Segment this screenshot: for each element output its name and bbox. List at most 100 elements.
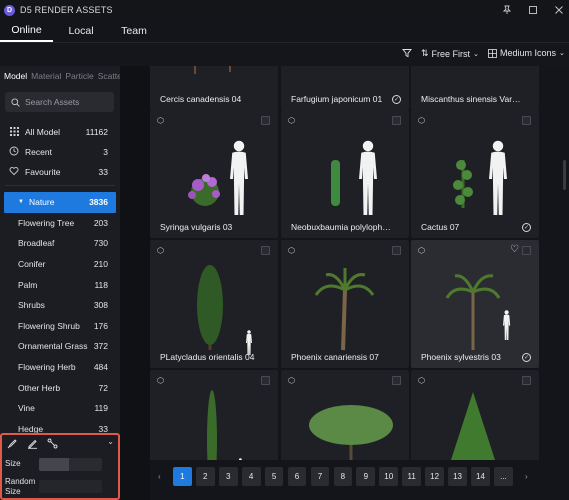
category-label: Vine xyxy=(18,403,35,414)
category-flowering-herb[interactable]: Flowering Herb 484 xyxy=(0,357,120,378)
page-button[interactable]: 2 xyxy=(195,466,215,486)
next-page-button[interactable]: › xyxy=(517,467,536,486)
asset-card[interactable]: ⬡ Syringa vulgaris 03 xyxy=(150,110,278,238)
page-button[interactable]: 13 xyxy=(448,466,467,486)
category-list: ▼ Nature 3836 Flowering Tree 203 Broadlea… xyxy=(0,192,120,439)
heart-icon[interactable]: ♡ xyxy=(510,244,519,255)
page-button[interactable]: 9 xyxy=(356,466,376,486)
category-label: Flowering Tree xyxy=(18,217,75,228)
chevron-down-icon: ⌄ xyxy=(473,50,479,58)
tab-local[interactable]: Local xyxy=(53,20,109,42)
category-count: 118 xyxy=(94,279,108,290)
category-label: Ornamental Grass xyxy=(18,341,88,352)
category-count: 730 xyxy=(93,238,108,249)
category-broadleaf[interactable]: Broadleaf 730 xyxy=(0,233,120,254)
page-button[interactable]: 5 xyxy=(264,466,284,486)
select-checkbox[interactable] xyxy=(392,246,401,255)
sidebar-item-favourite[interactable]: Favourite 33 xyxy=(0,162,120,182)
select-checkbox[interactable] xyxy=(522,116,531,125)
sidebar-item-recent[interactable]: Recent 3 xyxy=(0,142,120,162)
chevron-down-icon[interactable]: ⌄ xyxy=(107,437,114,446)
select-checkbox[interactable] xyxy=(261,246,270,255)
asset-thumbnail xyxy=(331,140,377,215)
filter-button[interactable] xyxy=(402,48,412,58)
size-slider-fill xyxy=(39,458,70,471)
category-conifer[interactable]: Conifer 210 xyxy=(0,254,120,275)
category-ornamental-grass[interactable]: Ornamental Grass 372 xyxy=(0,336,120,357)
toolbar: ⇅ Free First ⌄ Medium Icons ⌄ xyxy=(0,42,569,66)
cube-icon: ⬡ xyxy=(157,116,164,125)
category-label: Nature xyxy=(28,197,55,208)
sidebar-item-all-model[interactable]: All Model 11162 xyxy=(0,122,120,142)
asset-thumbnail xyxy=(451,392,495,460)
tab-scatter[interactable]: Scatter xyxy=(98,71,120,86)
asset-card[interactable]: ⬡ xyxy=(411,370,539,460)
asset-card[interactable]: ⬡ PLatycladus orientalis 04 xyxy=(150,240,278,368)
grid-scrollbar[interactable] xyxy=(563,160,566,190)
page-button[interactable]: 4 xyxy=(241,466,261,486)
select-checkbox[interactable] xyxy=(392,376,401,385)
asset-card[interactable]: ⬡ Phoenix canariensis 07 xyxy=(281,240,409,368)
sidebar-item-label: Favourite xyxy=(25,167,61,177)
category-count: 308 xyxy=(93,300,108,311)
page-button[interactable]: ... xyxy=(494,466,513,486)
select-checkbox[interactable] xyxy=(522,246,531,255)
category-other-herb[interactable]: Other Herb 72 xyxy=(0,377,120,398)
asset-card[interactable]: ⬡ Neobuxbaumia polylopha ... xyxy=(281,110,409,238)
page-button[interactable]: 14 xyxy=(471,466,490,486)
page-button[interactable]: 12 xyxy=(425,466,444,486)
page-button[interactable]: 1 xyxy=(172,466,192,486)
asset-card[interactable]: ⬡ xyxy=(281,370,409,460)
pen-icon[interactable] xyxy=(26,437,38,449)
page-button[interactable]: 3 xyxy=(218,466,238,486)
tab-particle[interactable]: Particle xyxy=(65,71,93,86)
page-button[interactable]: 7 xyxy=(310,466,330,486)
tab-model[interactable]: Model xyxy=(4,71,27,86)
select-checkbox[interactable] xyxy=(392,116,401,125)
random-size-slider[interactable] xyxy=(39,480,102,493)
tab-material[interactable]: Material xyxy=(31,71,61,86)
asset-thumbnail xyxy=(188,140,248,215)
search-input[interactable] xyxy=(25,97,105,107)
page-button[interactable]: 8 xyxy=(333,466,353,486)
size-slider[interactable] xyxy=(39,458,102,471)
cube-icon: ⬡ xyxy=(288,116,295,125)
close-icon[interactable] xyxy=(553,4,565,16)
page-button[interactable]: 6 xyxy=(287,466,307,486)
category-count: 484 xyxy=(93,362,108,373)
category-count: 3836 xyxy=(89,197,108,208)
category-label: Other Herb xyxy=(18,382,61,393)
select-checkbox[interactable] xyxy=(522,376,531,385)
category-count: 372 xyxy=(93,341,108,352)
line-tool-icon[interactable] xyxy=(46,437,58,449)
category-palm[interactable]: Palm 118 xyxy=(0,274,120,295)
category-flowering-tree[interactable]: Flowering Tree 203 xyxy=(0,213,120,234)
select-checkbox[interactable] xyxy=(261,376,270,385)
asset-card[interactable]: Miscanthus sinensis Varie... xyxy=(411,66,539,110)
asset-card[interactable]: ⬡ Cactus 07 ✓ xyxy=(411,110,539,238)
asset-card[interactable]: Farfugium japonicum 01 ✓ xyxy=(281,66,409,110)
category-vine[interactable]: Vine 119 xyxy=(0,398,120,419)
category-flowering-shrub[interactable]: Flowering Shrub 176 xyxy=(0,316,120,337)
search-box[interactable] xyxy=(5,92,114,112)
pin-icon[interactable] xyxy=(501,4,513,16)
asset-card[interactable]: ⬡ ♡ Phoenix sylvestris 03 ✓ xyxy=(411,240,539,368)
tab-online[interactable]: Online xyxy=(0,20,53,42)
asset-card[interactable]: ⬡ xyxy=(150,370,278,460)
asset-card[interactable]: Cercis canadensis 04 xyxy=(150,66,278,110)
page-button[interactable]: 10 xyxy=(379,466,399,486)
title-bar: D D5 RENDER ASSETS xyxy=(0,0,569,20)
asset-name: Syringa vulgaris 03 xyxy=(160,222,233,232)
category-nature[interactable]: ▼ Nature 3836 xyxy=(4,192,116,213)
view-dropdown[interactable]: Medium Icons ⌄ xyxy=(488,48,565,58)
tab-team[interactable]: Team xyxy=(109,20,159,42)
prev-page-button[interactable]: ‹ xyxy=(150,467,169,486)
category-shrubs[interactable]: Shrubs 308 xyxy=(0,295,120,316)
brush-icon[interactable] xyxy=(6,437,18,449)
select-checkbox[interactable] xyxy=(261,116,270,125)
asset-grid: Cercis canadensis 04 Farfugium japonicum … xyxy=(150,66,540,460)
maximize-icon[interactable] xyxy=(527,4,539,16)
sort-dropdown[interactable]: ⇅ Free First ⌄ xyxy=(421,48,479,59)
grid-icon xyxy=(9,126,19,138)
page-button[interactable]: 11 xyxy=(402,466,422,486)
